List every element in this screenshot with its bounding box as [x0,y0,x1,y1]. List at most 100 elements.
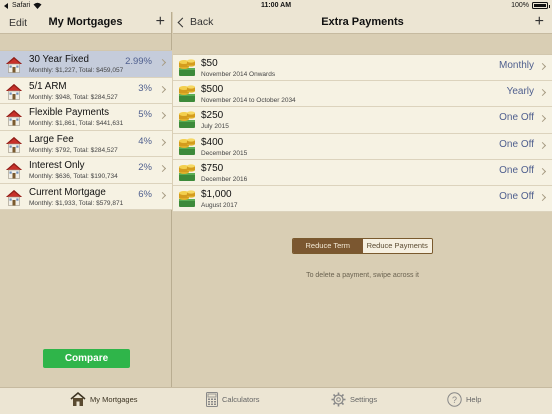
extra-payments-navbar: Back Extra Payments + [173,12,552,34]
tab-calculators[interactable]: Calculators [206,392,260,407]
payment-amount: $500 [201,84,224,96]
payment-row[interactable]: $400 December 2015 One Off [173,134,552,160]
tab-help[interactable]: ? Help [447,392,481,407]
payment-row[interactable]: $50 November 2014 Onwards Monthly [173,55,552,82]
chevron-right-icon [158,85,167,93]
house-icon [5,189,23,206]
help-icon: ? [447,392,462,407]
compare-button[interactable]: Compare [43,349,130,368]
mortgage-name: Large Fee [29,133,74,145]
payment-period: August 2017 [201,201,238,209]
coins-icon [177,59,197,77]
payment-frequency: One Off [499,112,534,124]
payment-period: July 2015 [201,123,229,131]
mortgage-rate: 2% [138,162,152,173]
mortgages-navbar: Edit My Mortgages + [0,12,171,34]
mortgage-rate: 5% [138,109,152,120]
swipe-hint: To delete a payment, swipe across it [306,272,419,279]
chevron-right-icon [538,193,547,201]
payment-frequency: One Off [499,190,534,202]
house-icon [5,162,23,179]
payment-amount: $1,000 [201,188,232,200]
payment-amount: $400 [201,136,224,148]
chevron-right-icon [158,164,167,173]
payment-row[interactable]: $500 November 2014 to October 2034 Yearly [173,81,552,108]
house-icon [5,56,23,73]
mortgage-rate: 2.99% [125,56,152,67]
mortgage-name: Interest Only [29,160,85,171]
mortgages-panel: Edit My Mortgages + 30 Year Fixed Monthly… [0,12,172,387]
mortgage-rate: 6% [138,188,152,200]
chevron-right-icon [538,167,547,175]
calculator-icon [206,392,218,407]
mortgage-summary: Monthly: $1,227, Total: $459,057 [29,67,124,74]
chevron-right-icon [158,138,167,146]
mortgages-title: My Mortgages [48,16,123,28]
mortgage-rate: 3% [138,82,152,94]
payment-frequency: Yearly [506,86,534,98]
payment-period: December 2016 [201,175,248,183]
payment-period: December 2015 [201,149,248,157]
house-icon [5,109,23,126]
add-payment-button[interactable]: + [535,13,544,31]
payment-row[interactable]: $1,000 August 2017 One Off [173,186,552,213]
coins-icon [177,111,197,129]
payment-list: $50 November 2014 Onwards Monthly $500 Novem… [173,54,552,213]
gear-icon [331,392,346,407]
status-right: 100% [511,2,550,9]
svg-text:?: ? [452,395,457,405]
mortgage-summary: Monthly: $1,933, Total: $579,871 [29,199,124,207]
mortgage-row[interactable]: 5/1 ARM Monthly: $948, Total: $284,527 3% [0,78,172,104]
tab-label: Settings [350,395,378,404]
chevron-right-icon [538,115,547,123]
chevron-right-icon [158,111,167,120]
tab-label: Help [466,395,482,404]
tab-label: My Mortgages [90,395,138,404]
tab-bar: My Mortgages Calculators Settings ? Help [0,387,552,414]
mortgage-row[interactable]: Interest Only Monthly: $636, Total: $190,… [0,157,172,184]
extra-payments-title: Extra Payments [321,16,404,28]
house-icon [5,83,23,100]
reduce-term-segment[interactable]: Reduce Term [293,239,363,253]
payment-frequency: One Off [499,138,534,150]
mortgage-summary: Monthly: $1,861, Total: $441,631 [29,120,124,127]
coins-icon [177,164,197,182]
payment-row[interactable]: $750 December 2016 One Off [173,160,552,186]
tab-settings[interactable]: Settings [331,392,377,407]
payment-amount: $750 [201,162,224,174]
chevron-right-icon [538,141,547,149]
tab-label: Calculators [222,395,260,404]
mortgage-summary: Monthly: $948, Total: $284,527 [29,93,118,101]
payment-period: November 2014 Onwards [201,71,276,78]
payment-row[interactable]: $250 July 2015 One Off [173,107,552,134]
mortgage-summary: Monthly: $636, Total: $190,734 [29,173,118,180]
house-icon [5,136,23,153]
mortgage-row[interactable]: Current Mortgage Monthly: $1,933, Total: … [0,184,172,210]
extra-payments-panel: Back Extra Payments + $50 November 2014 O… [173,12,552,387]
chevron-right-icon [158,191,167,199]
chevron-right-icon [158,58,167,67]
mortgage-name: Flexible Payments [29,107,110,118]
tab-my-mortgages[interactable]: My Mortgages [70,392,138,407]
mortgage-row[interactable]: 30 Year Fixed Monthly: $1,227, Total: $45… [0,51,172,78]
reduce-payments-segment[interactable]: Reduce Payments [362,239,432,253]
house-icon [70,392,86,406]
mortgage-row[interactable]: Large Fee Monthly: $792, Total: $284,527 4… [0,131,172,157]
status-time: 11:00 AM [260,2,292,9]
mortgage-rate: 4% [138,135,152,147]
battery-icon [532,2,550,9]
add-mortgage-button[interactable]: + [156,13,165,31]
mortgage-name: 30 Year Fixed [29,54,89,65]
reduce-mode-segmented-control: Reduce Term Reduce Payments [292,238,433,254]
payment-period: November 2014 to October 2034 [201,97,296,105]
payment-frequency: One Off [499,164,534,176]
payment-amount: $250 [201,110,224,122]
battery-percent: 100% [511,2,529,9]
status-bar: Safari 11:00 AM 100% [0,0,552,12]
coins-icon [177,190,197,208]
chevron-right-icon [538,89,547,97]
mortgage-row[interactable]: Flexible Payments Monthly: $1,861, Total:… [0,104,172,131]
payment-amount: $50 [201,58,218,69]
mortgage-name: 5/1 ARM [29,80,67,92]
chevron-right-icon [538,62,547,71]
